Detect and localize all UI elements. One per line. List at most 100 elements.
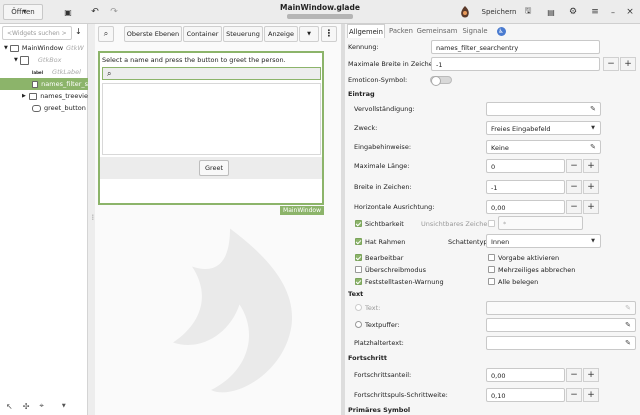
plus-button[interactable]: + <box>583 388 599 402</box>
shadow-type-dropdown[interactable]: Innen ▼ <box>486 234 601 248</box>
menu-icon[interactable]: ≡ <box>588 4 602 20</box>
hints-field[interactable]: Keine ✎ <box>486 140 601 154</box>
section-progress: Fortschritt <box>348 354 387 362</box>
save-button[interactable]: Speichern <box>480 4 518 20</box>
pointer-icon[interactable]: ↖ <box>6 402 13 411</box>
edit-icon: ✎ <box>625 321 631 329</box>
plus-button[interactable]: + <box>583 368 599 382</box>
design-area: ⌕ Oberste Ebenen Container Steuerung Anz… <box>95 24 341 415</box>
overwrite-checkbox[interactable] <box>355 266 362 273</box>
tree-row[interactable]: ▼ MainWindow GtkW <box>0 42 88 54</box>
undo-icon[interactable]: ↶ <box>88 4 102 20</box>
widget-search-input[interactable]: <Widgets suchen > <box>2 26 72 40</box>
plus-button[interactable]: + <box>583 159 599 173</box>
placeholder-field[interactable]: ✎ <box>486 336 636 350</box>
accessibility-icon[interactable]: ♿ <box>495 24 507 38</box>
overflow-menu-button[interactable]: ⋮ <box>321 26 337 42</box>
overwrite-label: Überschreibmodus <box>365 266 427 274</box>
minus-button[interactable]: − <box>566 180 582 194</box>
emoji-toggle[interactable] <box>430 76 452 86</box>
visibility-checkbox[interactable] <box>355 220 362 227</box>
open-button[interactable]: Öffnen ▼ <box>3 4 43 20</box>
truncate-multiline-checkbox[interactable] <box>488 266 495 273</box>
preview-label: Select a name and press the button to gr… <box>102 56 286 64</box>
chevron-down-icon: ▼ <box>22 9 27 15</box>
max-width-label: Maximale Breite in Zeichen: <box>348 60 440 68</box>
preview-icon[interactable]: ▤ <box>544 4 558 20</box>
control-tab[interactable]: Steuerung <box>223 26 263 42</box>
preview-search-entry[interactable]: ⌕ <box>102 67 321 80</box>
tab-packing[interactable]: Packen <box>387 24 415 38</box>
display-tab[interactable]: Anzeige <box>264 26 298 42</box>
tree-row[interactable]: greet_button <box>0 102 88 114</box>
text-field[interactable]: ✎ <box>486 301 636 315</box>
invisible-char-field[interactable]: * <box>498 216 583 230</box>
close-icon[interactable]: × <box>624 4 636 20</box>
save-as-icon[interactable]: 🖫 <box>521 4 535 20</box>
has-frame-checkbox[interactable] <box>355 238 362 245</box>
id-field[interactable]: names_filter_searchentry <box>431 40 600 54</box>
tree-row-selected[interactable]: names_filter_s <box>0 78 88 90</box>
text-label: Text: <box>365 304 381 312</box>
preview-treeview[interactable] <box>102 83 321 155</box>
settings-icon[interactable]: ⚙ <box>566 4 580 20</box>
minus-button[interactable]: − <box>603 57 619 71</box>
tab-general[interactable]: Allgemein <box>347 24 385 38</box>
container-tab[interactable]: Container <box>183 26 222 42</box>
greet-button[interactable]: Greet <box>199 160 229 176</box>
box-icon <box>19 55 29 65</box>
chevron-down-icon: ▼ <box>591 238 595 244</box>
pane-handle[interactable]: ⋮ <box>88 24 96 415</box>
more-dropdown-button[interactable]: ▼ <box>299 26 319 42</box>
activates-default-checkbox[interactable] <box>488 254 495 261</box>
max-width-field[interactable]: -1 <box>431 57 600 71</box>
preview-window[interactable]: Select a name and press the button to gr… <box>98 51 324 215</box>
collapse-arrow-icon[interactable]: ▼ <box>14 57 18 63</box>
drag-resize-icon[interactable]: ✣ <box>23 402 30 411</box>
window-icon <box>9 44 19 52</box>
text-radio[interactable] <box>355 304 362 311</box>
search-icon: ⌕ <box>107 69 112 78</box>
sort-icon[interactable]: ↓ <box>75 27 82 36</box>
id-label: Kennung: <box>348 43 379 51</box>
plus-button[interactable]: + <box>583 180 599 194</box>
halign-field[interactable]: 0,00 <box>486 200 565 214</box>
dropdown-icon[interactable]: ▼ <box>62 403 66 409</box>
buffer-radio[interactable] <box>355 321 362 328</box>
collapse-arrow-icon[interactable]: ▼ <box>4 45 8 51</box>
tree-row[interactable]: label GtkLabel <box>0 66 88 78</box>
tree-row[interactable]: ▶ names_treevie <box>0 90 88 102</box>
plus-button[interactable]: + <box>620 57 636 71</box>
redo-icon[interactable]: ↷ <box>107 4 121 20</box>
buffer-field[interactable]: ✎ <box>486 318 636 332</box>
marker-icon[interactable]: ⌖ <box>39 401 44 411</box>
completion-field[interactable]: ✎ <box>486 102 601 116</box>
properties-panel: Allgemein Packen Gemeinsam Signale ♿ Ken… <box>345 24 640 415</box>
minus-button[interactable]: − <box>566 159 582 173</box>
progress-fraction-field[interactable]: 0,00 <box>486 368 565 382</box>
tab-common[interactable]: Gemeinsam <box>417 24 458 38</box>
caps-lock-label: Feststelltasten-Warnung <box>365 278 444 286</box>
max-length-field[interactable]: 0 <box>486 159 565 173</box>
editable-checkbox[interactable] <box>355 254 362 261</box>
edit-icon: ✎ <box>590 143 596 151</box>
fill-all-checkbox[interactable] <box>488 278 495 285</box>
expand-arrow-icon[interactable]: ▶ <box>22 93 26 99</box>
header-bar: Öffnen ▼ ▣ ↶ ↷ MainWindow.glade Speichern… <box>0 0 640 24</box>
width-chars-field[interactable]: -1 <box>486 180 565 194</box>
minus-button[interactable]: − <box>566 368 582 382</box>
purpose-dropdown[interactable]: Freies Eingabefeld ▼ <box>486 121 601 135</box>
invisible-char-checkbox[interactable] <box>488 220 495 227</box>
plus-button[interactable]: + <box>583 200 599 214</box>
minus-button[interactable]: − <box>566 200 582 214</box>
preview-button-bar: Greet <box>100 157 322 179</box>
search-widget-button[interactable]: ⌕ <box>98 26 114 42</box>
close-project-icon[interactable]: ▣ <box>60 4 76 20</box>
tree-row[interactable]: ▼ GtkBox <box>0 54 88 66</box>
tab-signals[interactable]: Signale <box>460 24 490 38</box>
top-levels-tab[interactable]: Oberste Ebenen <box>124 26 182 42</box>
minus-button[interactable]: − <box>566 388 582 402</box>
caps-lock-checkbox[interactable] <box>355 278 362 285</box>
minimize-icon[interactable]: – <box>608 4 618 20</box>
pulse-step-field[interactable]: 0,10 <box>486 388 565 402</box>
